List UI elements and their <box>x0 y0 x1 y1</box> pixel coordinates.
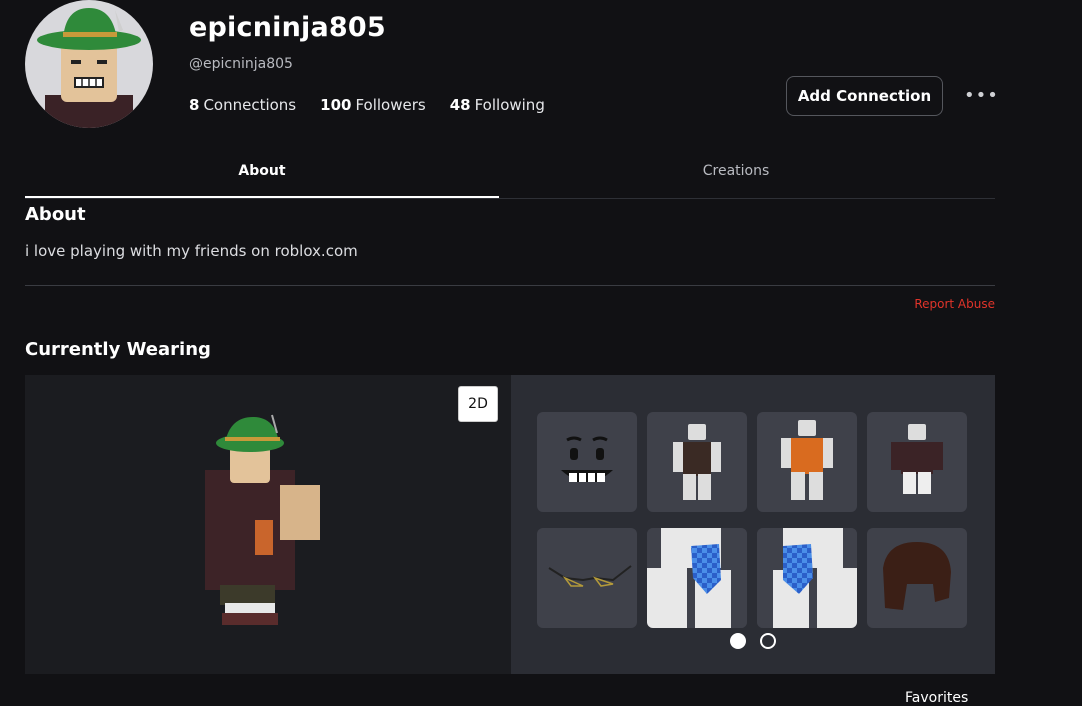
hair-icon <box>883 542 951 610</box>
wearing-item[interactable] <box>537 412 637 512</box>
wearing-item[interactable] <box>867 412 967 512</box>
connections-count: 8 <box>189 96 200 114</box>
profile-username: epicninja805 <box>189 12 386 43</box>
followers-count: 100 <box>320 96 352 114</box>
tab-about[interactable]: About <box>25 150 499 198</box>
divider <box>25 285 995 286</box>
wearing-item[interactable] <box>647 412 747 512</box>
add-connection-button[interactable]: Add Connection <box>786 76 943 116</box>
favorites-link[interactable]: Favorites <box>905 690 968 706</box>
report-abuse-link[interactable]: Report Abuse <box>914 297 995 311</box>
about-text: i love playing with my friends on roblox… <box>25 242 358 260</box>
followers-label: Followers <box>355 96 426 114</box>
wearing-item[interactable] <box>537 528 637 628</box>
wearing-item[interactable] <box>647 528 747 628</box>
connections-link[interactable]: 8 Connections <box>189 96 296 114</box>
wearing-item[interactable] <box>757 412 857 512</box>
tab-creations[interactable]: Creations <box>499 150 973 198</box>
following-label: Following <box>474 96 545 114</box>
jacket-icon <box>891 424 943 494</box>
avatar-headshot-icon <box>37 8 141 128</box>
shirt-icon <box>673 424 721 500</box>
following-link[interactable]: 48 Following <box>450 96 545 114</box>
wearing-item[interactable] <box>757 528 857 628</box>
avatar-3d-viewer[interactable] <box>25 375 511 674</box>
avatar[interactable] <box>25 0 153 128</box>
about-heading: About <box>25 204 86 225</box>
currently-wearing-heading: Currently Wearing <box>25 339 211 360</box>
more-options-icon[interactable]: ••• <box>964 86 998 106</box>
profile-tabs: About Creations <box>25 150 995 199</box>
pagination-dot-2[interactable] <box>760 633 776 649</box>
view-2d-toggle-button[interactable]: 2D <box>458 386 498 422</box>
connections-label: Connections <box>203 96 297 114</box>
avatar-3d-figure-icon <box>205 414 320 625</box>
following-count: 48 <box>449 96 471 114</box>
followers-link[interactable]: 100 Followers <box>320 96 426 114</box>
checkered-arm-left-icon <box>647 528 747 628</box>
profile-stats: 8 Connections 100 Followers 48 Following <box>189 96 545 114</box>
face-icon <box>561 436 613 482</box>
orange-shirt-icon <box>781 420 833 500</box>
pagination-dot-1[interactable] <box>730 633 746 649</box>
profile-handle: @epicninja805 <box>189 56 293 72</box>
checkered-arm-right-icon <box>757 528 857 628</box>
glasses-icon <box>548 565 632 587</box>
wearing-item[interactable] <box>867 528 967 628</box>
